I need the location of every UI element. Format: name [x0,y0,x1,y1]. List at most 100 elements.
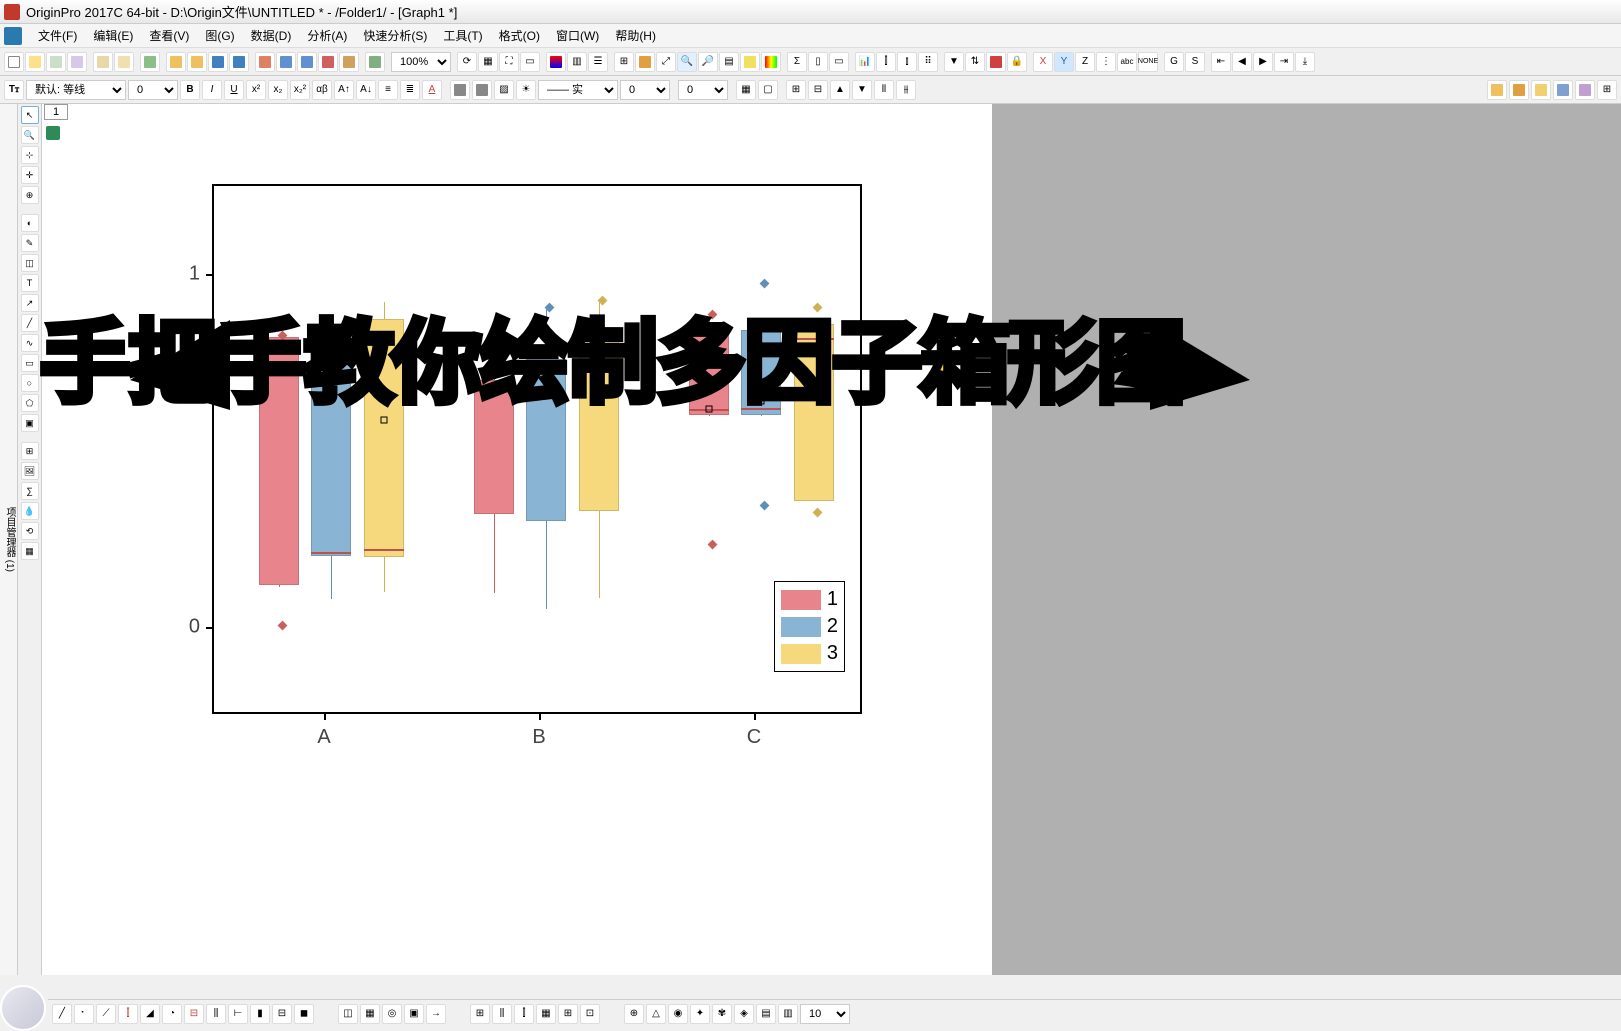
curve-tool[interactable]: ∿ [21,334,39,352]
rotate-tool[interactable]: ⟲ [21,522,39,540]
pie-plot-button[interactable]: ◔ [162,1004,182,1024]
3d-plot-button[interactable]: ◫ [338,1004,358,1024]
col-plot-button[interactable]: 📊 [855,52,875,72]
nav-first-button[interactable]: ⇤ [1211,52,1231,72]
stock-button[interactable]: ⊢ [228,1004,248,1024]
front-button[interactable]: ▲ [830,80,850,100]
full-screen-button[interactable]: ⛶ [499,52,519,72]
menu-window[interactable]: 窗口(W) [548,25,607,46]
menu-graph[interactable]: 图(G) [197,25,242,46]
circle-tool[interactable]: ○ [21,374,39,392]
new-graph-button[interactable] [67,52,87,72]
stats-plot-button[interactable]: ▤ [756,1004,776,1024]
new-layout-button[interactable] [114,52,134,72]
font-size-select[interactable]: 0 [128,80,178,100]
add-plot-button[interactable] [635,52,655,72]
anti-alias-button[interactable]: ▦ [478,52,498,72]
g-button[interactable]: G [1164,52,1184,72]
arrow-tool[interactable]: ↗ [21,294,39,312]
template-lib-button[interactable]: ▥ [778,1004,798,1024]
nav-prev-button[interactable]: ◀ [1232,52,1252,72]
insert-image-tool[interactable]: 🖼 [21,462,39,480]
menu-help[interactable]: 帮助(H) [607,25,664,46]
bar-plot-button[interactable]: ⫿ [876,52,896,72]
sort-button[interactable]: ⇅ [965,52,985,72]
none-col-button[interactable]: NONE [1138,52,1158,72]
legend[interactable]: 1 2 3 [774,581,845,672]
pointer-tool[interactable]: ↖ [21,106,39,124]
cursor-tool[interactable]: ⊕ [21,186,39,204]
menu-format[interactable]: 格式(O) [491,25,548,46]
line-plot-button[interactable]: ╱ [52,1004,72,1024]
zoom-select[interactable]: 100% [391,52,451,72]
align-center-button[interactable]: ≣ [400,80,420,100]
multi-panel-button[interactable]: ▦ [536,1004,556,1024]
save-as-button[interactable] [229,52,249,72]
nav-next-button[interactable]: ▶ [1253,52,1273,72]
region-tool[interactable]: ◫ [21,254,39,272]
greek-button[interactable]: αβ [312,80,332,100]
border-color-button[interactable]: ▢ [758,80,778,100]
polar-button[interactable]: ⊕ [624,1004,644,1024]
extract-button[interactable] [1531,80,1551,100]
group-plot-button[interactable]: ⊡ [580,1004,600,1024]
multi-y-button[interactable]: ⫼ [492,1004,512,1024]
decrease-font-button[interactable]: A↓ [356,80,376,100]
zoom-in-button[interactable]: 🔎 [698,52,718,72]
reader-tool[interactable]: ⊹ [21,146,39,164]
color-picker-tool[interactable]: 💧 [21,502,39,520]
text-tool-button[interactable]: Tꭲ [4,80,24,100]
region-rect-tool[interactable]: ▣ [21,414,39,432]
box-plot-button[interactable]: ⊟ [184,1004,204,1024]
bottom-num-select[interactable]: 10 [800,1004,850,1024]
layer-button[interactable]: ▭ [520,52,540,72]
extra-size-select[interactable]: 0 [678,80,728,100]
table-tool[interactable]: ▦ [21,542,39,560]
import-db-button[interactable] [318,52,338,72]
new-matrix-button[interactable] [93,52,113,72]
piper-button[interactable]: ◈ [734,1004,754,1024]
new-workbook-button[interactable] [46,52,66,72]
insert-eqn-tool[interactable]: ∑ [21,482,39,500]
filter-button[interactable]: ▼ [944,52,964,72]
rescale-show-button[interactable]: 🔍 [677,52,697,72]
group-button[interactable]: ⊞ [786,80,806,100]
stats-row-button[interactable]: ▭ [829,52,849,72]
light-button[interactable] [740,52,760,72]
hist-plot-button[interactable]: ▮ [250,1004,270,1024]
mask-button[interactable] [986,52,1006,72]
hist-button[interactable]: ⫾ [897,52,917,72]
font-color-button[interactable]: A [422,80,442,100]
digitizer-button[interactable] [365,52,385,72]
arrange-button[interactable]: ⊞ [1597,80,1617,100]
ungroup-button[interactable]: ⊟ [808,80,828,100]
open-button[interactable] [166,52,186,72]
graph-canvas[interactable]: 1 0 A B C [42,104,992,975]
back-button[interactable]: ▼ [852,80,872,100]
menu-quick[interactable]: 快速分析(S) [355,25,435,46]
vector-button[interactable]: → [426,1004,446,1024]
contour-button[interactable]: ◎ [382,1004,402,1024]
align-h-button[interactable]: ⫴ [874,80,894,100]
light-color-button[interactable]: ☀ [516,80,536,100]
import-multi-button[interactable] [297,52,317,72]
color-map-button[interactable] [761,52,781,72]
panel-plot-button[interactable]: ⊞ [470,1004,490,1024]
font-select[interactable]: 默认: 等线 [26,80,126,100]
new-project-button[interactable] [4,52,24,72]
line-width-select[interactable]: 0 [620,80,670,100]
merge-button[interactable] [1553,80,1573,100]
stats-col-button[interactable]: ▯ [808,52,828,72]
text-annotation-tool[interactable]: T [21,274,39,292]
italic-button[interactable]: I [202,80,222,100]
refresh-button[interactable]: ⟳ [457,52,477,72]
stacked-button[interactable]: ⊟ [272,1004,292,1024]
line-style-select[interactable]: —— 实 [538,80,618,100]
add-layer-button[interactable] [1509,80,1529,100]
fill-area-button[interactable]: ◼ [294,1004,314,1024]
themes-button[interactable]: ▤ [719,52,739,72]
line-color-button[interactable] [450,80,470,100]
layer-mgmt-button[interactable] [1487,80,1507,100]
zoom-tool[interactable]: 🔍 [21,126,39,144]
menu-data[interactable]: 数据(D) [243,25,300,46]
